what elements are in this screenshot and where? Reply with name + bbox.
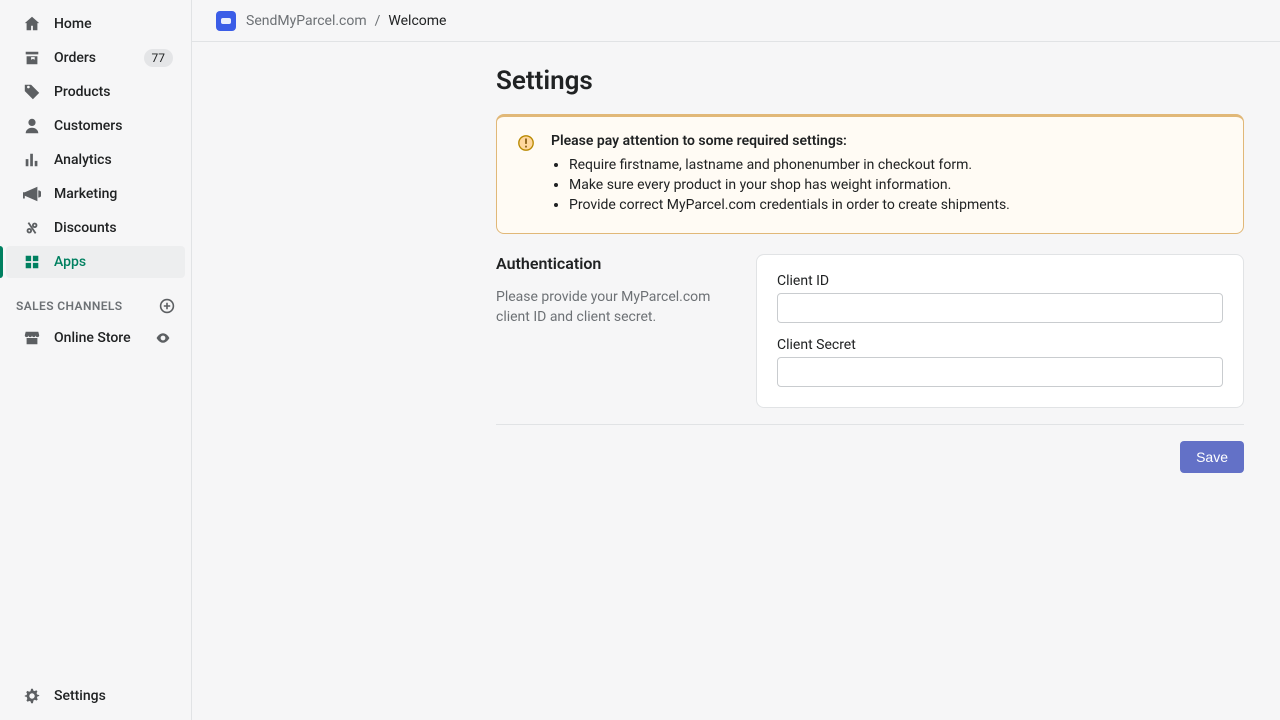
discounts-icon (22, 218, 42, 238)
customers-icon (22, 116, 42, 136)
banner-list-item: Require firstname, lastname and phonenum… (569, 157, 1223, 173)
sales-channels-header: SALES CHANNELS (0, 280, 191, 322)
sidebar-item-apps[interactable]: Apps (6, 246, 185, 278)
authentication-card: Client ID Client Secret (756, 254, 1244, 408)
banner-list-item: Make sure every product in your shop has… (569, 177, 1223, 193)
alert-icon (517, 134, 535, 152)
page-title: Settings (496, 66, 1244, 96)
breadcrumb-page: Welcome (388, 13, 446, 29)
content: Settings Please pay attention to some re… (192, 42, 1280, 720)
sidebar-item-label: Analytics (54, 152, 173, 168)
client-id-label: Client ID (777, 273, 1223, 289)
sidebar-item-label: Online Store (54, 330, 153, 346)
orders-badge: 77 (144, 49, 174, 67)
marketing-icon (22, 184, 42, 204)
sidebar-item-label: Customers (54, 118, 173, 134)
breadcrumb-app[interactable]: SendMyParcel.com (246, 13, 367, 29)
warning-banner: Please pay attention to some required se… (496, 114, 1244, 234)
client-secret-input[interactable] (777, 357, 1223, 387)
sidebar-item-label: Orders (54, 50, 144, 66)
store-icon (22, 328, 42, 348)
client-id-input[interactable] (777, 293, 1223, 323)
sidebar-item-settings[interactable]: Settings (6, 680, 185, 712)
app-logo-icon (216, 11, 236, 31)
sidebar-item-label: Discounts (54, 220, 173, 236)
sidebar-item-label: Home (54, 16, 173, 32)
apps-icon (22, 252, 42, 272)
section-title: Authentication (496, 254, 736, 273)
banner-heading: Please pay attention to some required se… (551, 133, 1223, 149)
sidebar-item-label: Apps (54, 254, 173, 270)
gear-icon (22, 686, 42, 706)
products-icon (22, 82, 42, 102)
sidebar: Home Orders 77 Products Customers (0, 0, 192, 720)
sidebar-item-label: Products (54, 84, 173, 100)
banner-list-item: Provide correct MyParcel.com credentials… (569, 197, 1223, 213)
sidebar-item-products[interactable]: Products (6, 76, 185, 108)
add-channel-icon[interactable] (157, 296, 177, 316)
save-button[interactable]: Save (1180, 441, 1244, 473)
client-secret-label: Client Secret (777, 337, 1223, 353)
main: SendMyParcel.com / Welcome Settings Plea… (192, 0, 1280, 720)
orders-icon (22, 48, 42, 68)
section-header-label: SALES CHANNELS (16, 299, 123, 313)
sidebar-item-customers[interactable]: Customers (6, 110, 185, 142)
sidebar-item-discounts[interactable]: Discounts (6, 212, 185, 244)
breadcrumb: SendMyParcel.com / Welcome (192, 0, 1280, 42)
breadcrumb-separator: / (375, 13, 381, 29)
analytics-icon (22, 150, 42, 170)
sidebar-item-label: Settings (54, 688, 173, 704)
sidebar-item-online-store[interactable]: Online Store (6, 322, 185, 354)
view-store-icon[interactable] (153, 328, 173, 348)
section-description: Please provide your MyParcel.com client … (496, 287, 736, 328)
sidebar-item-marketing[interactable]: Marketing (6, 178, 185, 210)
form-actions: Save (496, 441, 1244, 473)
sidebar-item-label: Marketing (54, 186, 173, 202)
sidebar-item-analytics[interactable]: Analytics (6, 144, 185, 176)
authentication-section: Authentication Please provide your MyPar… (496, 254, 1244, 425)
banner-list: Require firstname, lastname and phonenum… (551, 157, 1223, 213)
sidebar-item-home[interactable]: Home (6, 8, 185, 40)
sidebar-item-orders[interactable]: Orders 77 (6, 42, 185, 74)
home-icon (22, 14, 42, 34)
